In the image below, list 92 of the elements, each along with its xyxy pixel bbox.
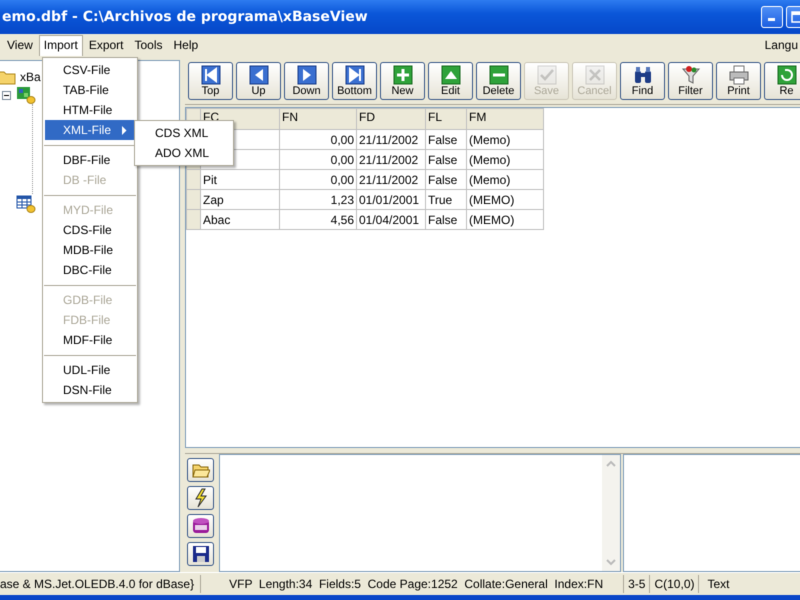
- column-header[interactable]: FN: [280, 108, 356, 130]
- toolbar-button[interactable]: Print: [716, 62, 761, 100]
- toolbar-button[interactable]: Bottom: [332, 62, 377, 100]
- table-cell: 0,00: [330, 152, 354, 166]
- menu-item[interactable]: Tools: [130, 35, 168, 55]
- menu-option[interactable]: DSN-File: [43, 380, 137, 400]
- toolbar-button[interactable]: Edit: [428, 62, 473, 100]
- menu-option[interactable]: TAB-File: [43, 80, 137, 100]
- toolbar-button[interactable]: Find: [620, 62, 665, 100]
- table-cell: False: [428, 152, 458, 166]
- table-cell: 21/11/2002: [359, 152, 418, 166]
- menu-item[interactable]: Help: [168, 35, 204, 55]
- edit-icon: [440, 65, 460, 85]
- cancel-icon: [584, 65, 604, 85]
- printer-icon: [728, 65, 748, 85]
- status-text: 3-5: [624, 575, 650, 593]
- menu-item[interactable]: Langu: [764, 38, 798, 52]
- next-record-icon: [296, 65, 316, 85]
- table-cell: False: [428, 212, 458, 226]
- menu-option[interactable]: DBC-File: [43, 260, 137, 280]
- table-cell: False: [428, 132, 458, 146]
- table-cell: 01/04/2001: [359, 212, 420, 226]
- delete-icon: [488, 65, 508, 85]
- column-header[interactable]: FM: [466, 108, 544, 130]
- toolbar-button[interactable]: Delete: [476, 62, 521, 100]
- table-cell: (Memo): [469, 132, 510, 146]
- menu-option[interactable]: HTM-File: [43, 100, 137, 120]
- toolbar-button[interactable]: Up: [236, 62, 281, 100]
- folder-icon: [0, 69, 17, 85]
- status-text: ase & MS.Jet.OLEDB.4.0 for dBase}: [0, 575, 202, 593]
- database-icon: [192, 517, 210, 535]
- check-icon: [536, 65, 556, 85]
- table-cell: Pit: [203, 172, 218, 186]
- toolbar-button[interactable]: Filter: [668, 62, 713, 100]
- table-cell: (MEMO): [469, 192, 514, 206]
- menu-item[interactable]: Import: [38, 34, 83, 56]
- table-cell: False: [428, 172, 458, 186]
- menu-option[interactable]: MDF-File: [43, 330, 137, 350]
- menu-option[interactable]: XML-File: [45, 120, 135, 140]
- menu-option[interactable]: DBF-File: [43, 150, 137, 170]
- menu-item[interactable]: Export: [84, 35, 128, 55]
- window-title: emo.dbf - C:\Archivos de programa\xBaseView: [2, 9, 368, 25]
- sql-editor[interactable]: [219, 454, 621, 572]
- table-icon: [16, 195, 36, 213]
- table-cell: True: [428, 192, 452, 206]
- column-header[interactable]: FL: [426, 108, 466, 130]
- previous-record-icon: [248, 65, 268, 85]
- status-text: VFP Length:34 Fields:5 Code Page:1252 Collate:General Index:FN: [201, 575, 624, 593]
- table-cell: (Memo): [469, 152, 510, 166]
- last-record-icon: [344, 65, 364, 85]
- submenu-arrow-icon: [121, 126, 127, 135]
- table-cell: 21/11/2002: [359, 172, 418, 186]
- maximize-icon: [791, 11, 800, 23]
- menu-item[interactable]: View: [2, 35, 38, 55]
- table-cell: 4,56: [330, 212, 354, 226]
- add-icon: [392, 65, 412, 85]
- binoculars-icon: [632, 65, 652, 85]
- menu-option[interactable]: CSV-File: [43, 60, 137, 80]
- lightning-icon: [194, 488, 208, 508]
- toolbar-button[interactable]: Down: [284, 62, 329, 100]
- save-button[interactable]: [187, 542, 214, 566]
- table-cell: Zap: [203, 192, 224, 206]
- toolbar-button[interactable]: New: [380, 62, 425, 100]
- menu-option[interactable]: UDL-File: [43, 360, 137, 380]
- table-cell: 0,00: [330, 132, 354, 146]
- first-record-icon: [200, 65, 220, 85]
- database-icon: [16, 86, 36, 104]
- table-cell: 01/01/2001: [359, 192, 420, 206]
- save-icon: [192, 545, 210, 563]
- table-cell: Abac: [203, 212, 230, 226]
- status-text: Text: [706, 576, 730, 593]
- column-header[interactable]: FD: [356, 108, 426, 130]
- refresh-icon: [776, 65, 796, 85]
- collapse-toggle[interactable]: [2, 90, 11, 100]
- tree-item[interactable]: xBa: [19, 70, 42, 84]
- table-cell: 1,23: [330, 192, 354, 206]
- table-cell: 21/11/2002: [359, 132, 418, 146]
- toolbar-button[interactable]: Top: [188, 62, 233, 100]
- table-cell: (Memo): [469, 172, 510, 186]
- menu-option[interactable]: MDB-File: [43, 240, 137, 260]
- folder-icon: [192, 462, 210, 478]
- minimize-button[interactable]: [761, 6, 783, 28]
- funnel-icon: [680, 65, 700, 85]
- table-cell: 0,00: [330, 172, 354, 186]
- table-cell: (MEMO): [469, 212, 514, 226]
- execute-button[interactable]: [187, 486, 214, 510]
- sql-button[interactable]: [187, 514, 214, 538]
- toolbar-button[interactable]: Re: [764, 62, 800, 100]
- menu-option[interactable]: CDS-File: [43, 220, 137, 240]
- status-text: C(10,0): [650, 575, 700, 593]
- open-button[interactable]: [187, 458, 214, 482]
- menu-option[interactable]: ADO XML: [135, 143, 233, 163]
